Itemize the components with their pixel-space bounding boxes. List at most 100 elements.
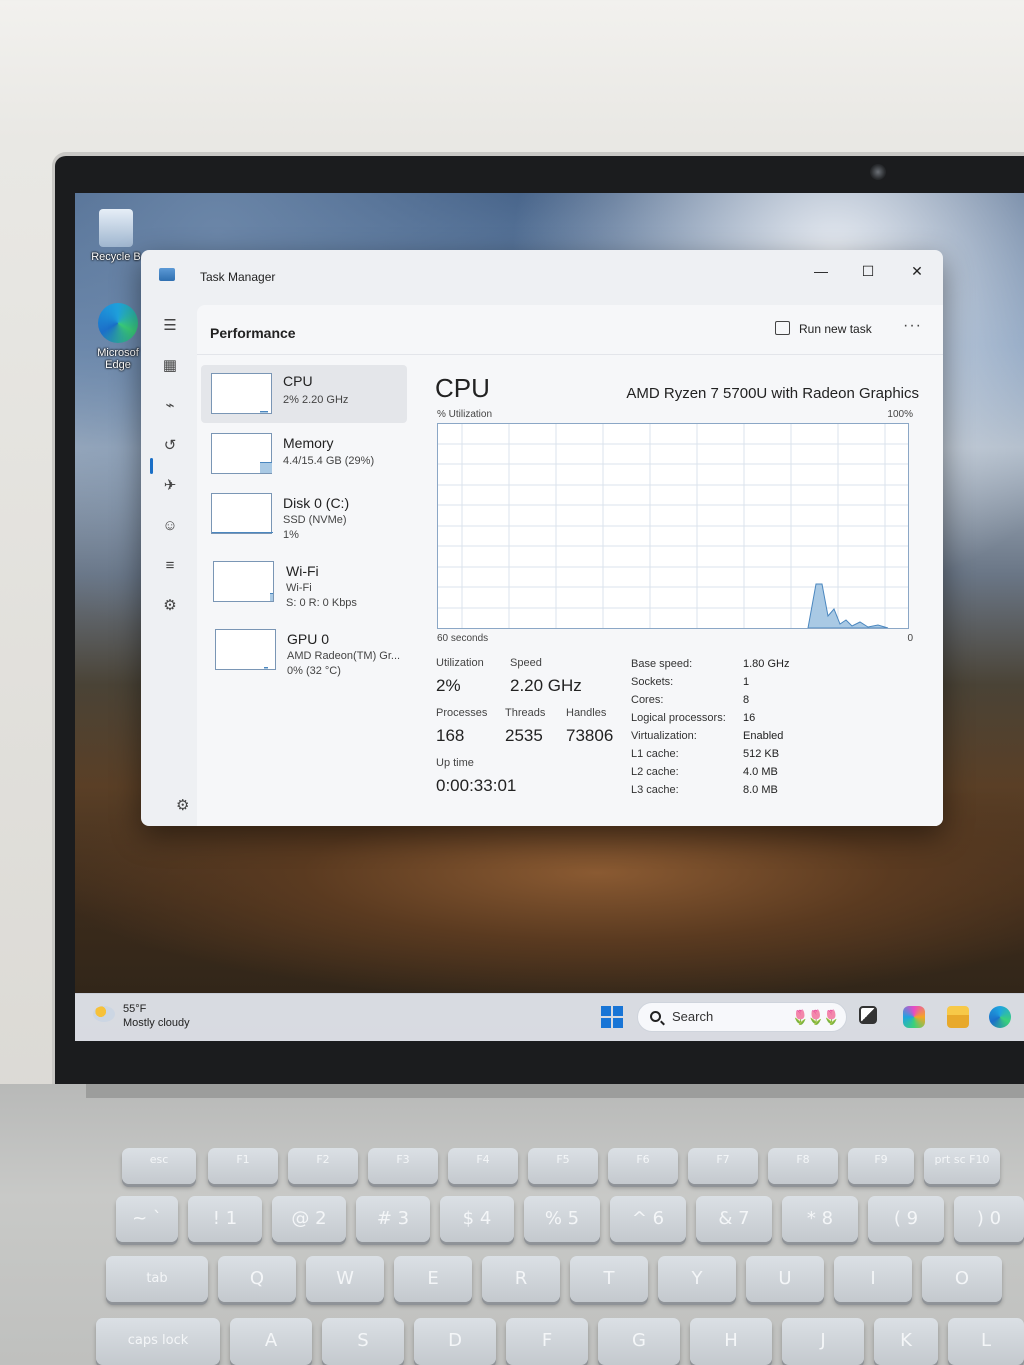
hamburger-menu-icon[interactable]: ☰ [161, 317, 179, 335]
key-f3[interactable]: F3 [368, 1148, 438, 1184]
task-view-icon[interactable] [859, 1006, 877, 1024]
search-highlight-icon: 🌷🌷🌷 [791, 1009, 840, 1025]
key-t[interactable]: T [570, 1256, 648, 1302]
task-manager-app-icon [159, 268, 175, 281]
stat-handles: Handles 73806 [566, 707, 613, 746]
stat-label: Handles [566, 707, 607, 719]
key-l[interactable]: L [948, 1318, 1024, 1365]
details-icon[interactable]: ≡ [161, 557, 179, 575]
key-f7[interactable]: F7 [688, 1148, 758, 1184]
key-caps-lock[interactable]: caps lock [96, 1318, 220, 1365]
key-tab[interactable]: tab [106, 1256, 208, 1302]
resource-item-cpu[interactable]: CPU 2% 2.20 GHz [201, 365, 407, 423]
key-s[interactable]: S [322, 1318, 404, 1365]
graph-axis-left: 60 seconds [437, 633, 489, 644]
stat-label: Up time [436, 757, 474, 769]
key-h[interactable]: H [690, 1318, 772, 1365]
key-f4[interactable]: F4 [448, 1148, 518, 1184]
recycle-bin-desktop-icon[interactable]: Recycle B [85, 209, 147, 263]
key-6[interactable]: ^ 6 [610, 1196, 686, 1242]
cpu-usage-area [807, 583, 889, 629]
detail-heading: CPU [435, 373, 490, 403]
spec-label: Cores: [631, 694, 664, 706]
key-8[interactable]: * 8 [782, 1196, 858, 1242]
maximize-button[interactable]: ☐ [854, 258, 882, 284]
resource-name: GPU 0 [287, 631, 330, 647]
key-esc[interactable]: esc [122, 1148, 196, 1184]
key-f9[interactable]: F9 [848, 1148, 914, 1184]
key-9[interactable]: ( 9 [868, 1196, 944, 1242]
weather-widget[interactable]: 55°F Mostly cloudy [93, 1002, 190, 1030]
cpu-utilization-graph [437, 423, 909, 629]
key-7[interactable]: & 7 [696, 1196, 772, 1242]
resource-item-memory[interactable]: Memory 4.4/15.4 GB (29%) [201, 425, 407, 483]
edge-icon [98, 303, 138, 343]
key-f1[interactable]: F1 [208, 1148, 278, 1184]
key-r[interactable]: R [482, 1256, 560, 1302]
run-new-task-button[interactable]: Run new task [775, 321, 872, 336]
key-f2[interactable]: F2 [288, 1148, 358, 1184]
run-new-task-label: Run new task [799, 322, 872, 336]
page-header: Performance Run new task ··· [197, 305, 943, 355]
key-1[interactable]: ! 1 [188, 1196, 262, 1242]
minimize-button[interactable]: — [807, 258, 835, 284]
copilot-icon[interactable] [903, 1006, 925, 1028]
key-q[interactable]: Q [218, 1256, 296, 1302]
stat-uptime: Up time 0:00:33:01 [436, 757, 516, 796]
key-0[interactable]: ) 0 [954, 1196, 1024, 1242]
key-backtick[interactable]: ~ ` [116, 1196, 178, 1242]
key-w[interactable]: W [306, 1256, 384, 1302]
resource-name: Wi-Fi [286, 563, 319, 579]
resource-item-disk[interactable]: Disk 0 (C:) SSD (NVMe) 1% [201, 485, 407, 543]
key-f8[interactable]: F8 [768, 1148, 838, 1184]
key-k[interactable]: K [874, 1318, 938, 1365]
key-2[interactable]: @ 2 [272, 1196, 346, 1242]
stat-processes: Processes 168 [436, 707, 487, 746]
file-explorer-icon[interactable] [947, 1006, 969, 1028]
resource-sub: 2% 2.20 GHz [283, 394, 349, 406]
taskbar-search[interactable]: Search 🌷🌷🌷 [637, 1002, 847, 1032]
key-f5[interactable]: F5 [528, 1148, 598, 1184]
key-3[interactable]: # 3 [356, 1196, 430, 1242]
spec-value: 1 [743, 676, 750, 688]
key-4[interactable]: $ 4 [440, 1196, 514, 1242]
key-g[interactable]: G [598, 1318, 680, 1365]
key-i[interactable]: I [834, 1256, 912, 1302]
resource-name: Memory [283, 435, 334, 451]
resource-item-gpu[interactable]: GPU 0 AMD Radeon(TM) Gr... 0% (32 °C) [201, 621, 407, 679]
search-placeholder: Search [672, 1009, 714, 1024]
processes-icon[interactable]: ▦ [161, 357, 179, 375]
key-o[interactable]: O [922, 1256, 1002, 1302]
close-button[interactable]: ✕ [903, 258, 931, 284]
spec-label: L1 cache: [631, 748, 679, 760]
gpu-thumb-fill [264, 666, 268, 669]
key-e[interactable]: E [394, 1256, 472, 1302]
laptop-hinge [86, 1084, 1024, 1098]
spec-label: Base speed: [631, 658, 693, 670]
graph-axis-right: 0 [907, 633, 913, 644]
settings-gear-icon[interactable]: ⚙ [176, 796, 189, 814]
key-u[interactable]: U [746, 1256, 824, 1302]
spec-value: 4.0 MB [743, 766, 778, 778]
key-j[interactable]: J [782, 1318, 864, 1365]
key-f[interactable]: F [506, 1318, 588, 1365]
start-button[interactable] [601, 1006, 623, 1028]
key-5[interactable]: % 5 [524, 1196, 600, 1242]
stat-speed: Speed 2.20 GHz [510, 657, 582, 696]
stat-utilization: Utilization 2% [436, 657, 484, 696]
key-f10[interactable]: prt sc F10 [924, 1148, 1000, 1184]
services-icon[interactable]: ⚙ [161, 597, 179, 615]
more-options-button[interactable]: ··· [903, 317, 922, 335]
edge-label: Microsof Edge [97, 347, 139, 371]
edge-taskbar-icon[interactable] [989, 1006, 1011, 1028]
key-f6[interactable]: F6 [608, 1148, 678, 1184]
app-history-icon[interactable]: ↺ [161, 437, 179, 455]
performance-icon[interactable]: ⌁ [161, 397, 179, 415]
edge-desktop-icon[interactable]: Microsof Edge [87, 303, 149, 371]
key-a[interactable]: A [230, 1318, 312, 1365]
resource-item-wifi[interactable]: Wi-Fi Wi-Fi S: 0 R: 0 Kbps [201, 553, 407, 611]
key-d[interactable]: D [414, 1318, 496, 1365]
users-icon[interactable]: ☺ [161, 517, 179, 535]
startup-apps-icon[interactable]: ✈ [161, 477, 179, 495]
key-y[interactable]: Y [658, 1256, 736, 1302]
